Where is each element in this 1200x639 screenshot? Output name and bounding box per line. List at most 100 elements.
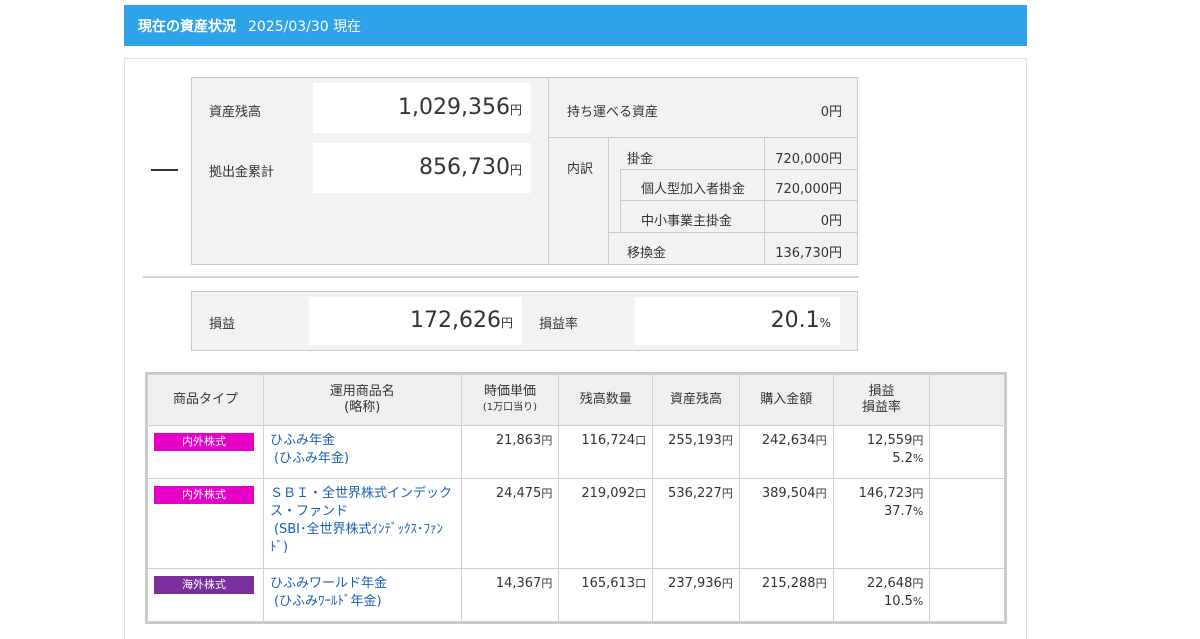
percent-unit: % <box>912 595 924 608</box>
profit-loss-value-box: 172,626円 <box>309 297 522 345</box>
pl-value: 146,723 <box>858 486 913 501</box>
units-suffix: 口 <box>635 487 647 500</box>
yen-unit: 円 <box>721 487 733 500</box>
cost-cell: 389,504円 <box>738 478 834 569</box>
pl-value: 12,559 <box>866 433 913 448</box>
contribution-total-label: 拠出金累計 <box>209 165 275 180</box>
fund-short-name[interactable]: (SBI･全世界株式ｲﾝﾃﾞｯｸｽ･ﾌｧﾝﾄﾞ) <box>270 522 443 555</box>
yen-unit: 円 <box>541 434 553 447</box>
profit-loss-value: 172,626 <box>410 308 501 333</box>
divider <box>620 169 857 170</box>
section-title: 現在の資産状況 <box>138 18 236 35</box>
profit-loss-rate-value: 20.1 <box>770 308 820 333</box>
units-value: 219,092 <box>581 486 636 501</box>
pl-rate-value: 10.5 <box>883 594 913 609</box>
price-cell: 24,475円 <box>460 478 560 569</box>
percent-unit: % <box>819 316 831 330</box>
col-header-price-line1: 時価単価 <box>483 384 536 399</box>
col-header-balance: 資産残高 <box>652 374 740 426</box>
balance-value: 237,936 <box>668 576 722 591</box>
cost-cell: 215,288円 <box>738 568 834 622</box>
divider <box>608 232 857 233</box>
asset-type-badge: 内外株式 <box>154 486 254 504</box>
col-header-cost: 購入金額 <box>738 374 834 426</box>
transfer-label: 移換金 <box>627 246 667 261</box>
asset-type-badge: 内外株式 <box>154 433 254 451</box>
yen-unit: 円 <box>721 577 733 590</box>
contribution-total-value: 856,730 <box>419 155 510 180</box>
yen-unit: 円 <box>541 487 553 500</box>
balance-cell: 536,227円 <box>652 478 740 569</box>
percent-unit: % <box>912 452 924 465</box>
price-value: 14,367 <box>495 576 542 591</box>
blank-cell <box>929 568 1005 622</box>
col-header-pl-line2: 損益率 <box>861 400 901 415</box>
contribution-total-value-box: 856,730円 <box>313 143 531 193</box>
col-header-type: 商品タイプ <box>147 374 264 426</box>
pl-cell: 146,723円 37.7% <box>832 478 931 569</box>
yen-unit: 円 <box>912 577 924 590</box>
divider <box>608 137 609 264</box>
fund-name-link[interactable]: ひふみワールド年金 <box>270 576 387 591</box>
price-value: 24,475 <box>495 486 542 501</box>
units-cell: 219,092口 <box>558 478 654 569</box>
pl-value: 22,648 <box>866 576 913 591</box>
col-header-price: 時価単価 (1万口当り) <box>460 374 560 426</box>
fund-short-name[interactable]: (ひふみﾜｰﾙﾄﾞ年金) <box>270 594 382 609</box>
type-cell: 内外株式 <box>147 425 264 479</box>
yen-unit: 円 <box>509 163 522 177</box>
fund-short-name[interactable]: (ひふみ年金) <box>270 451 349 466</box>
portable-assets-label: 持ち運べる資産 <box>567 105 659 120</box>
yen-unit: 円 <box>541 577 553 590</box>
percent-unit: % <box>912 505 924 518</box>
col-header-name-line1: 運用商品名 <box>329 384 395 399</box>
profit-loss-rate-box: 20.1% <box>635 297 840 345</box>
kakekin-value: 720,000円 <box>775 152 842 167</box>
col-header-name-line2: (略称) <box>344 400 381 415</box>
table-row: 海外株式 ひふみワールド年金 (ひふみﾜｰﾙﾄﾞ年金) 14,367円 165,6… <box>147 568 1005 622</box>
name-cell[interactable]: ひふみワールド年金 (ひふみﾜｰﾙﾄﾞ年金) <box>262 568 462 622</box>
type-cell: 海外株式 <box>147 568 264 622</box>
cost-cell: 242,634円 <box>738 425 834 479</box>
yen-unit: 円 <box>815 434 827 447</box>
transfer-value: 136,730円 <box>775 246 842 261</box>
col-header-pl: 損益 損益率 <box>832 374 931 426</box>
price-cell: 21,863円 <box>460 425 560 479</box>
individual-contribution-label: 個人型加入者掛金 <box>641 182 746 197</box>
units-cell: 116,724口 <box>558 425 654 479</box>
sme-contribution-value: 0円 <box>820 214 842 229</box>
col-header-units: 残高数量 <box>558 374 654 426</box>
yen-unit: 円 <box>912 434 924 447</box>
name-cell[interactable]: ひふみ年金 (ひふみ年金) <box>262 425 462 479</box>
yen-unit: 円 <box>912 487 924 500</box>
table-row: 内外株式 ＳＢＩ・全世界株式インデックス・ファンド (SBI･全世界株式ｲﾝﾃﾞｯ… <box>147 478 1005 569</box>
profit-loss-label: 損益 <box>209 317 236 332</box>
yen-unit: 円 <box>815 577 827 590</box>
yen-unit: 円 <box>509 103 522 117</box>
price-cell: 14,367円 <box>460 568 560 622</box>
fund-name-link[interactable]: ひふみ年金 <box>270 433 335 448</box>
breakdown-label: 内訳 <box>567 162 594 177</box>
minus-icon <box>151 169 178 171</box>
units-value: 116,724 <box>581 433 636 448</box>
divider <box>548 137 857 138</box>
as-of-date: 2025/03/30 現在 <box>248 18 362 35</box>
price-value: 21,863 <box>495 433 542 448</box>
pl-cell: 12,559円 5.2% <box>832 425 931 479</box>
sme-contribution-label: 中小事業主掛金 <box>641 214 733 229</box>
section-header: 現在の資産状況 2025/03/30 現在 <box>124 5 1027 46</box>
blank-cell <box>929 425 1005 479</box>
pl-cell: 22,648円 10.5% <box>832 568 931 622</box>
summary-divider <box>143 276 859 278</box>
col-header-price-line2: (1万口当り) <box>482 402 538 413</box>
cost-value: 215,288 <box>761 576 816 591</box>
units-suffix: 口 <box>635 434 647 447</box>
yen-unit: 円 <box>721 434 733 447</box>
fund-name-link[interactable]: ＳＢＩ・全世界株式インデックス・ファンド <box>270 486 452 519</box>
profit-loss-rate-label: 損益率 <box>539 317 579 332</box>
divider <box>620 200 857 201</box>
name-cell[interactable]: ＳＢＩ・全世界株式インデックス・ファンド (SBI･全世界株式ｲﾝﾃﾞｯｸｽ･ﾌｧ… <box>262 478 462 569</box>
blank-cell <box>929 478 1005 569</box>
units-value: 165,613 <box>581 576 636 591</box>
balance-value: 255,193 <box>668 433 722 448</box>
